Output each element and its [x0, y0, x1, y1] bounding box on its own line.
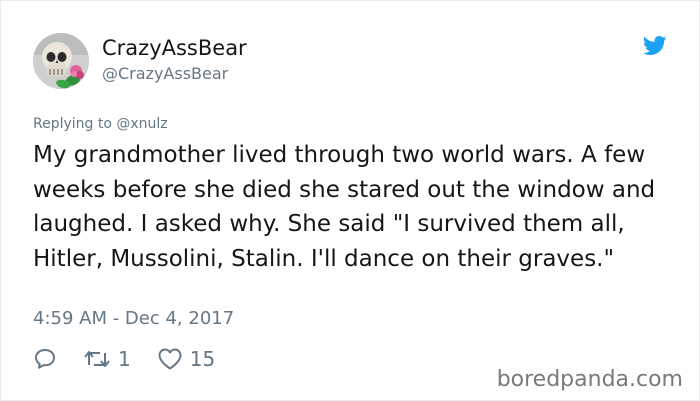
tweet-text: My grandmother lived through two world w… [33, 142, 656, 272]
skull-avatar-image [33, 33, 89, 89]
reply-prefix: Replying to [33, 116, 112, 132]
avatar[interactable] [33, 33, 89, 89]
reply-button[interactable] [33, 347, 57, 371]
retweet-count: 1 [118, 347, 131, 371]
like-button[interactable]: 15 [157, 347, 215, 371]
retweet-icon [83, 348, 111, 370]
reply-context: Replying to @xnulz [33, 116, 168, 132]
retweet-button[interactable]: 1 [83, 347, 131, 371]
heart-icon [157, 347, 183, 371]
display-name[interactable]: CrazyAssBear [102, 36, 247, 60]
reply-icon [33, 347, 57, 371]
twitter-bird-icon[interactable] [643, 36, 667, 56]
like-count: 15 [189, 347, 216, 371]
tweet-timestamp[interactable]: 4:59 AM - Dec 4, 2017 [33, 308, 234, 329]
user-handle[interactable]: @CrazyAssBear [102, 64, 228, 83]
tweet-card: CrazyAssBear @CrazyAssBear Replying to @… [0, 0, 700, 401]
watermark: boredpanda.com [496, 367, 683, 392]
reply-to-handle[interactable]: @xnulz [116, 116, 167, 132]
tweet-actions: 1 15 [33, 345, 241, 373]
